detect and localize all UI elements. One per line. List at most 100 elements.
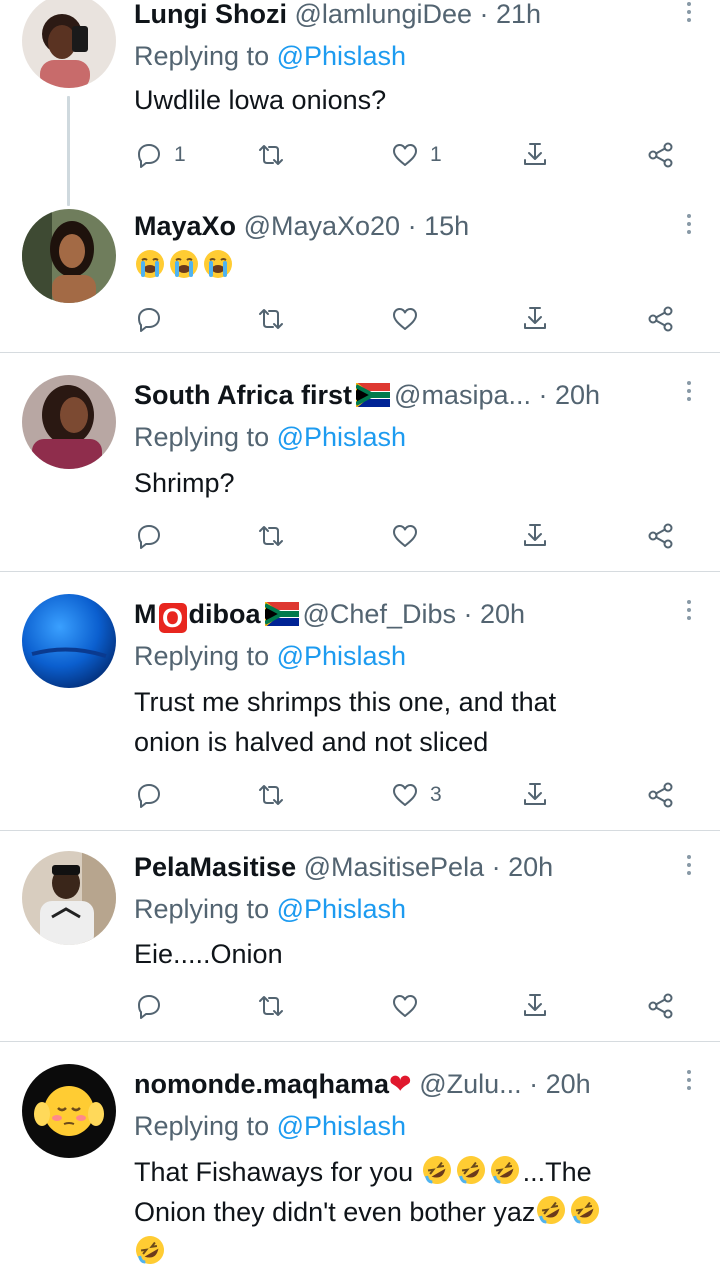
retweet-icon <box>256 304 286 334</box>
more-icon[interactable] <box>686 1070 692 1094</box>
tweet[interactable]: South Africa first @masipa... · 20h Reply… <box>0 353 720 571</box>
retweet-icon <box>256 991 286 1021</box>
retweet-icon <box>256 780 286 810</box>
tweet-text-line: Onion they didn't even bother yaz <box>134 1192 694 1232</box>
more-icon[interactable] <box>686 2 692 26</box>
display-name[interactable]: PelaMasitise <box>134 852 296 882</box>
tweet-text: That Fishaways for you ...The Onion they… <box>134 1152 694 1272</box>
share-icon <box>646 780 676 810</box>
tweet-actions <box>134 519 694 553</box>
download-button[interactable] <box>520 989 550 1023</box>
retweet-button[interactable] <box>256 302 286 336</box>
timestamp[interactable]: 15h <box>424 211 469 241</box>
replying-label: Replying to <box>134 422 277 452</box>
replying-to: Replying to @Phislash <box>134 640 406 672</box>
loudly-crying-face-emoji <box>202 248 234 280</box>
download-button[interactable] <box>520 778 550 812</box>
tweet[interactable]: MayaXo @MayaXo20 · 15h <box>0 206 720 352</box>
rolling-on-the-floor-laughing-emoji <box>535 1194 567 1226</box>
tweet-text-line: onion is halved and not sliced <box>134 727 489 757</box>
red-heart-icon: ❤ <box>389 1069 412 1099</box>
tweet-text: Eie.....Onion <box>134 939 283 969</box>
replying-to-link[interactable]: @Phislash <box>277 422 406 452</box>
tweet[interactable]: Lungi Shozi @lamlungiDee · 21h Replying … <box>0 0 720 206</box>
more-icon[interactable] <box>686 855 692 879</box>
like-button[interactable]: 3 <box>390 778 442 812</box>
separator: · <box>484 852 509 882</box>
tweet-text: Trust me shrimps this one, and that onio… <box>134 682 694 762</box>
download-button[interactable] <box>520 138 550 172</box>
rolling-on-the-floor-laughing-emoji <box>455 1154 487 1186</box>
like-button[interactable] <box>390 989 420 1023</box>
timestamp[interactable]: 21h <box>496 0 541 29</box>
reply-button[interactable] <box>134 989 164 1023</box>
rolling-on-the-floor-laughing-emoji <box>569 1194 601 1226</box>
retweet-button[interactable] <box>256 519 286 553</box>
share-button[interactable] <box>646 519 676 553</box>
retweet-button[interactable] <box>256 138 286 172</box>
display-name[interactable]: nomonde.maqhama <box>134 1069 389 1099</box>
tweet-text-line: Trust me shrimps this one, and that <box>134 687 557 717</box>
avatar[interactable] <box>22 209 116 303</box>
more-icon[interactable] <box>686 381 692 405</box>
avatar[interactable] <box>22 594 116 688</box>
like-button[interactable] <box>390 519 420 553</box>
display-name[interactable]: South Africa first <box>134 380 352 410</box>
tweet-text-part: That Fishaways for you <box>134 1157 421 1187</box>
download-button[interactable] <box>520 302 550 336</box>
like-icon <box>390 140 420 170</box>
like-icon <box>390 780 420 810</box>
like-button[interactable] <box>390 302 420 336</box>
display-name[interactable]: M Odiboa <box>134 599 261 633</box>
timestamp[interactable]: 20h <box>555 380 600 410</box>
like-icon <box>390 991 420 1021</box>
more-icon[interactable] <box>686 214 692 238</box>
share-button[interactable] <box>646 778 676 812</box>
replying-to-link[interactable]: @Phislash <box>277 1111 406 1141</box>
reply-button[interactable] <box>134 302 164 336</box>
separator: · <box>472 0 496 29</box>
handle[interactable]: @MasitisePela <box>304 852 484 882</box>
reply-button[interactable] <box>134 519 164 553</box>
tweet[interactable]: nomonde.maqhama❤ @Zulu... · 20h Replying… <box>0 1042 720 1274</box>
tweet-header: M Odiboa @Chef_Dibs · 20h <box>134 598 525 633</box>
avatar[interactable] <box>22 0 116 88</box>
share-button[interactable] <box>646 302 676 336</box>
avatar[interactable] <box>22 851 116 945</box>
download-icon <box>520 521 550 551</box>
rolling-on-the-floor-laughing-emoji <box>134 1234 166 1266</box>
replying-to: Replying to @Phislash <box>134 40 406 72</box>
display-name[interactable]: Lungi Shozi <box>134 0 287 29</box>
replying-to-link[interactable]: @Phislash <box>277 894 406 924</box>
reply-button[interactable] <box>134 778 164 812</box>
download-button[interactable] <box>520 519 550 553</box>
more-icon[interactable] <box>686 600 692 624</box>
loudly-crying-face-emoji <box>134 248 166 280</box>
handle[interactable]: @Zulu... <box>419 1069 521 1099</box>
share-button[interactable] <box>646 989 676 1023</box>
tweet-actions <box>134 302 694 336</box>
reply-button[interactable]: 1 <box>134 138 186 172</box>
replying-to-link[interactable]: @Phislash <box>277 641 406 671</box>
tweet[interactable]: M Odiboa @Chef_Dibs · 20h Replying to @Phi… <box>0 572 720 830</box>
retweet-icon <box>256 140 286 170</box>
tweet-header: nomonde.maqhama❤ @Zulu... · 20h <box>134 1068 591 1100</box>
like-button[interactable]: 1 <box>390 138 442 172</box>
timestamp[interactable]: 20h <box>508 852 553 882</box>
share-button[interactable] <box>646 138 676 172</box>
timestamp[interactable]: 20h <box>480 599 525 629</box>
replying-to-link[interactable]: @Phislash <box>277 41 406 71</box>
handle[interactable]: @Chef_Dibs <box>303 599 456 629</box>
retweet-button[interactable] <box>256 778 286 812</box>
avatar[interactable] <box>22 375 116 469</box>
avatar[interactable] <box>22 1064 116 1158</box>
handle[interactable]: @lamlungiDee <box>295 0 473 29</box>
handle[interactable]: @masipa... <box>394 380 531 410</box>
like-icon <box>390 521 420 551</box>
display-name[interactable]: MayaXo <box>134 211 236 241</box>
like-count: 1 <box>430 143 442 166</box>
timestamp[interactable]: 20h <box>546 1069 591 1099</box>
handle[interactable]: @MayaXo20 <box>244 211 401 241</box>
retweet-button[interactable] <box>256 989 286 1023</box>
tweet[interactable]: PelaMasitise @MasitisePela · 20h Replyin… <box>0 831 720 1041</box>
